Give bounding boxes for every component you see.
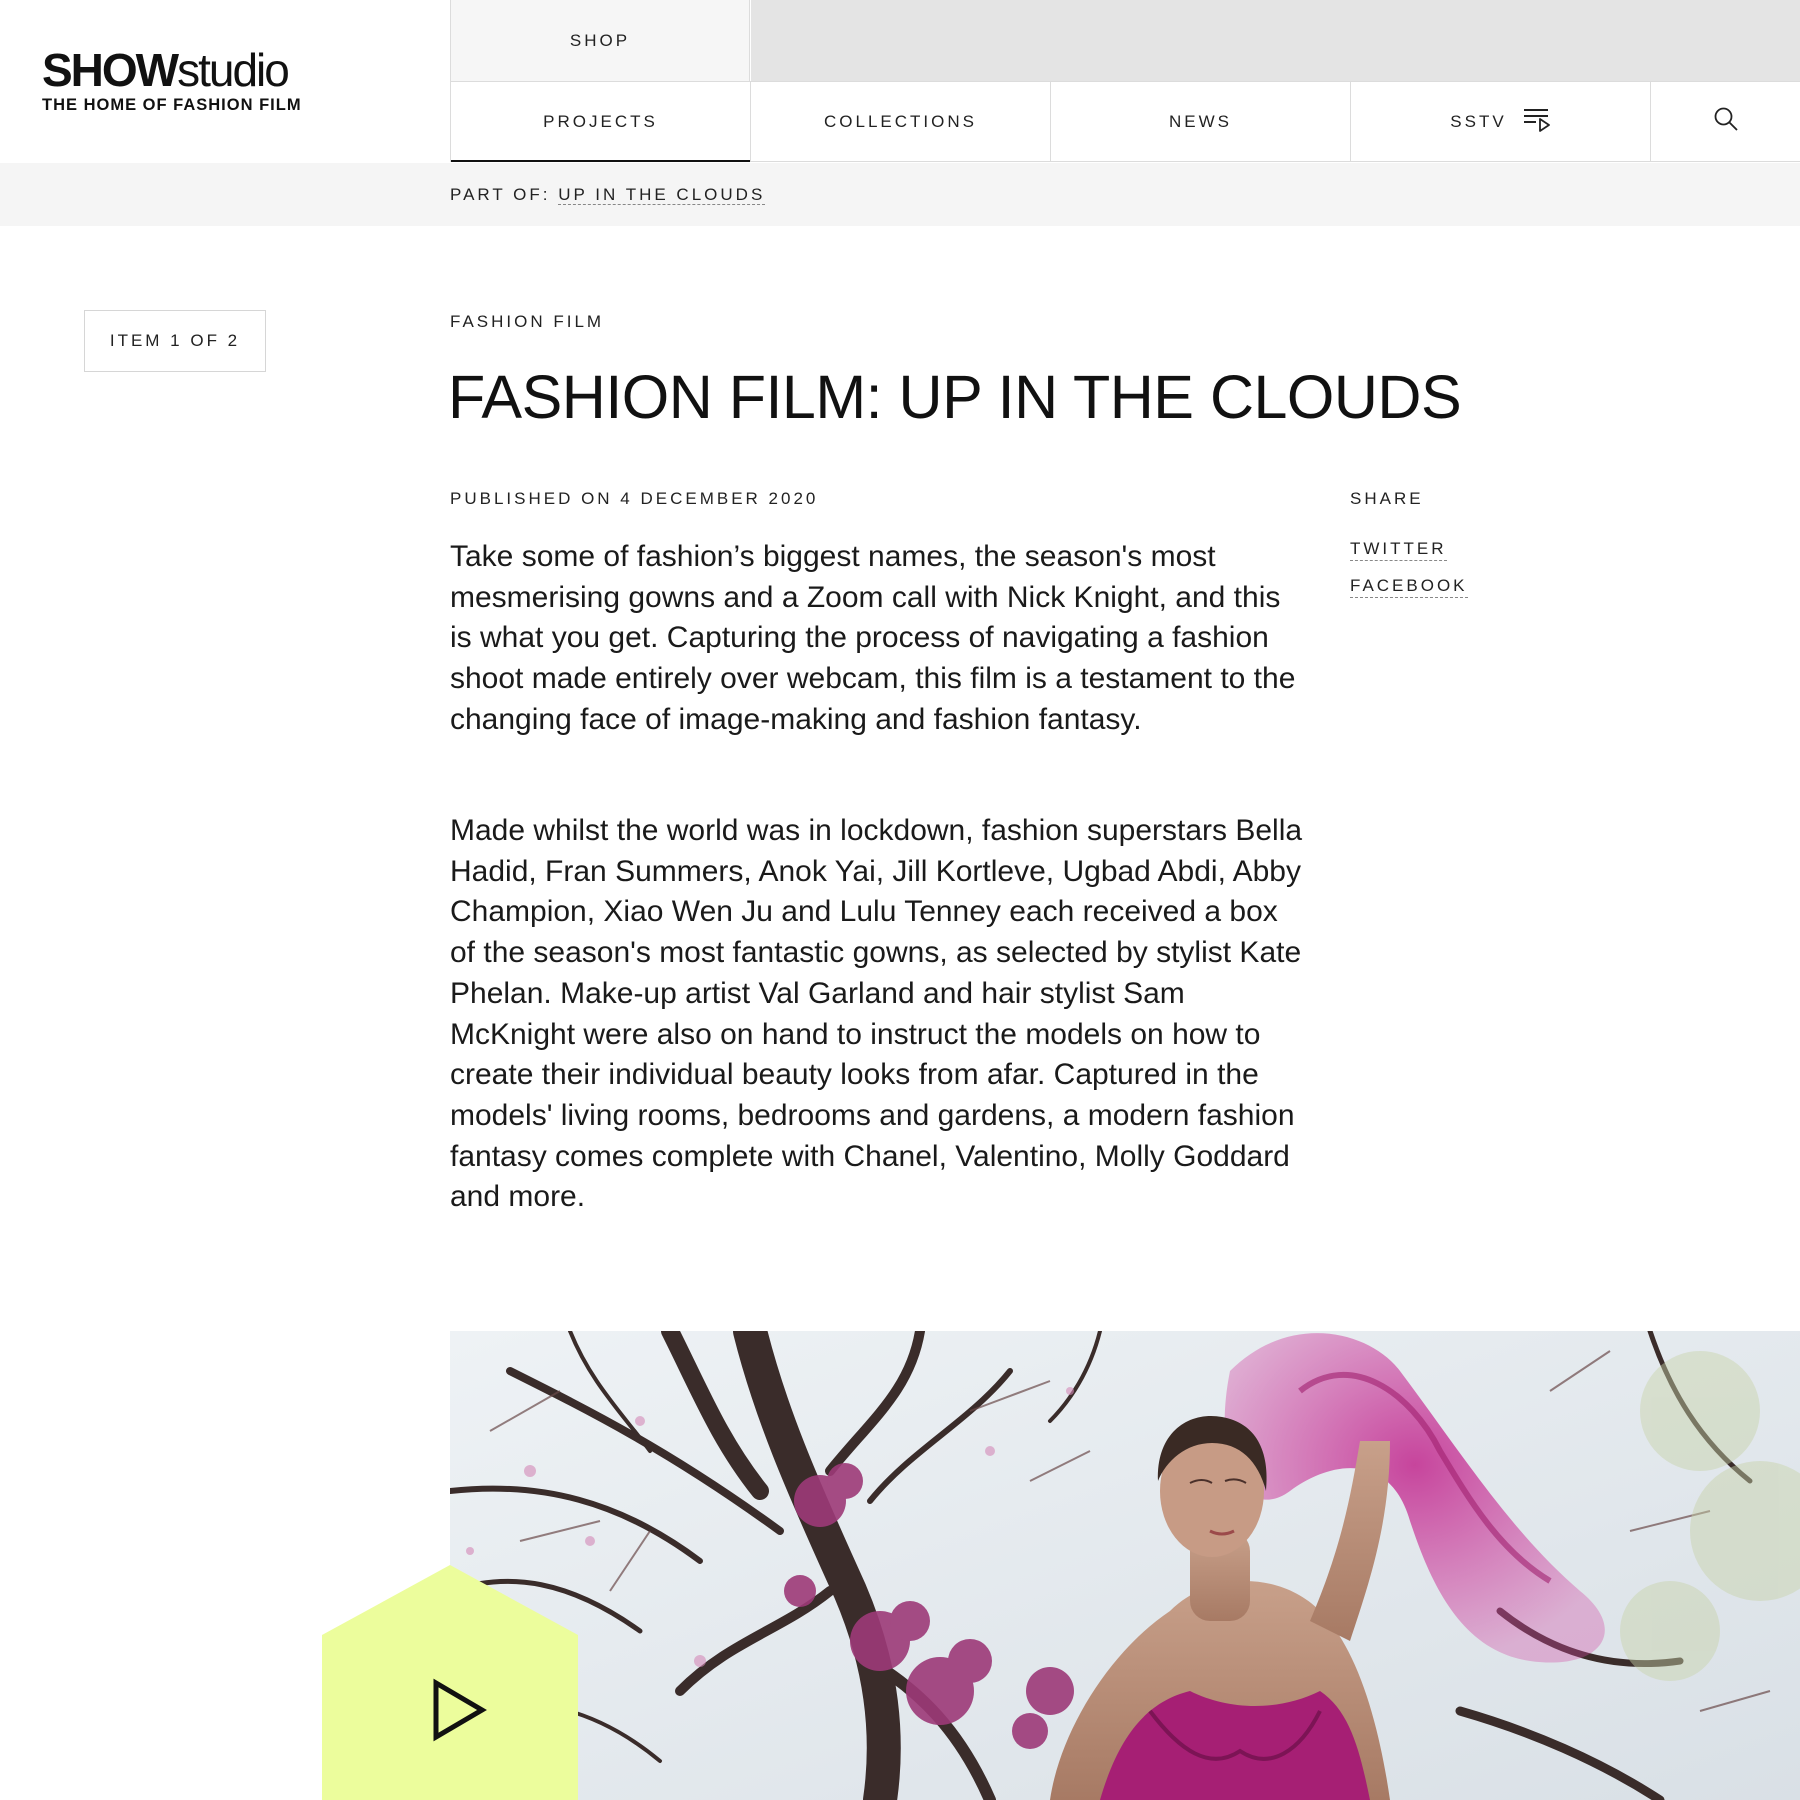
breadcrumb-bar [0, 163, 1800, 226]
search-icon [1713, 106, 1739, 137]
nav-projects[interactable]: PROJECTS [451, 82, 751, 162]
nav-news-label: NEWS [1169, 111, 1232, 131]
playlist-play-icon [1523, 106, 1551, 137]
nav-projects-label: PROJECTS [543, 111, 658, 131]
article-paragraph-1: Take some of fashion’s biggest names, th… [450, 540, 1296, 736]
share-twitter-link[interactable]: TWITTER [1350, 538, 1447, 561]
nav-shop[interactable]: SHOP [451, 0, 750, 81]
site-logo[interactable]: SHOWstudio THE HOME OF FASHION FILM [42, 46, 342, 115]
nav-sstv-label: SSTV [1450, 111, 1507, 131]
hero-video-still[interactable] [450, 1331, 1800, 1800]
search-button[interactable] [1651, 82, 1800, 161]
main-nav: PROJECTS COLLECTIONS NEWS SSTV [451, 81, 1800, 162]
page-title: FASHION FILM: UP IN THE CLOUDS [448, 363, 1462, 431]
nav-collections[interactable]: COLLECTIONS [751, 82, 1051, 161]
published-date: PUBLISHED ON 4 DECEMBER 2020 [450, 489, 819, 508]
header-top-bar [751, 0, 1800, 81]
nav-news[interactable]: NEWS [1051, 82, 1351, 161]
article-paragraph-2: Made whilst the world was in lockdown, f… [450, 814, 1303, 1214]
logo-tagline: THE HOME OF FASHION FILM [42, 96, 302, 114]
play-button[interactable] [322, 1565, 578, 1800]
breadcrumb-prefix: PART OF: [450, 185, 551, 204]
share-facebook-link[interactable]: FACEBOOK [1350, 575, 1468, 598]
breadcrumb: PART OF: UP IN THE CLOUDS [450, 185, 766, 205]
share-label: SHARE [1350, 489, 1424, 508]
logo-wordmark: SHOWstudio [42, 44, 290, 96]
article-category: FASHION FILM [450, 312, 605, 331]
item-counter: ITEM 1 OF 2 [84, 310, 266, 372]
nav-sstv[interactable]: SSTV [1351, 82, 1651, 161]
breadcrumb-link[interactable]: UP IN THE CLOUDS [558, 185, 766, 205]
nav-collections-label: COLLECTIONS [824, 111, 977, 131]
